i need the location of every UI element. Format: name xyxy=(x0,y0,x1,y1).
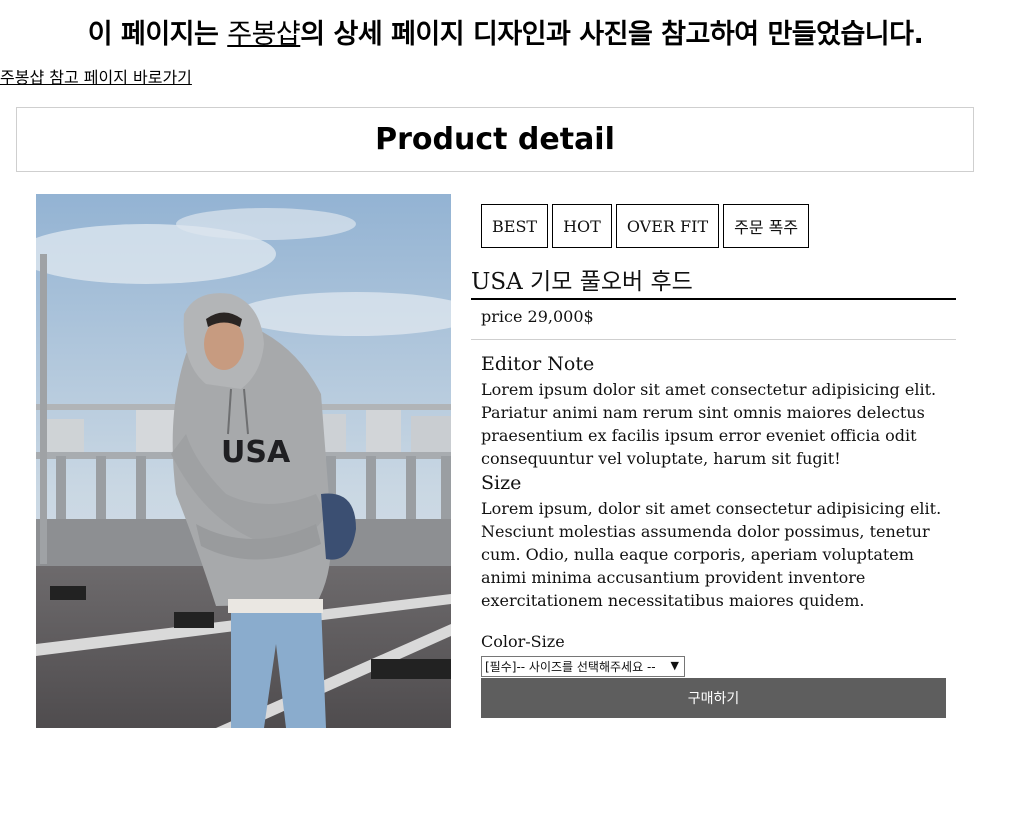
price-divider xyxy=(471,339,956,340)
size-select-value: [필수]-- 사이즈를 선택해주세요 -- xyxy=(485,660,656,674)
product-name: USA 기모 풀오버 후드 xyxy=(471,262,956,300)
product-detail-header: Product detail xyxy=(16,107,974,172)
tag-order-rush: 주문 폭주 xyxy=(723,204,810,248)
editor-note-title: Editor Note xyxy=(481,353,595,375)
tag-hot: HOT xyxy=(552,204,612,248)
size-title: Size xyxy=(481,472,522,494)
color-size-label: Color-Size xyxy=(481,632,565,651)
banner-shop-name: 주봉샵 xyxy=(227,19,301,50)
page-banner: 이 페이지는 주봉샵의 상세 페이지 디자인과 사진을 참고하여 만들었습니다. xyxy=(0,12,1011,51)
buy-button[interactable]: 구매하기 xyxy=(481,678,946,718)
hoodie-logo: USA xyxy=(221,435,291,470)
size-select[interactable]: [필수]-- 사이즈를 선택해주세요 -- ▼ xyxy=(481,656,685,677)
tag-best: BEST xyxy=(481,204,549,248)
product-tags: BEST HOT OVER FIT 주문 폭주 xyxy=(481,204,810,248)
section-title: Product detail xyxy=(375,122,615,157)
editor-note-text: Lorem ipsum dolor sit amet consectetur a… xyxy=(481,380,937,468)
chevron-down-icon: ▼ xyxy=(670,659,679,672)
banner-prefix: 이 페이지는 xyxy=(87,19,228,50)
product-photo: USA xyxy=(36,194,451,728)
tag-over-fit: OVER FIT xyxy=(615,204,720,248)
product-price: price 29,000$ xyxy=(481,307,594,326)
reference-page-link[interactable]: 주봉샵 참고 페이지 바로가기 xyxy=(0,64,192,88)
size-text: Lorem ipsum, dolor sit amet consectetur … xyxy=(481,499,942,610)
banner-suffix: 의 상세 페이지 디자인과 사진을 참고하여 만들었습니다. xyxy=(300,19,924,50)
